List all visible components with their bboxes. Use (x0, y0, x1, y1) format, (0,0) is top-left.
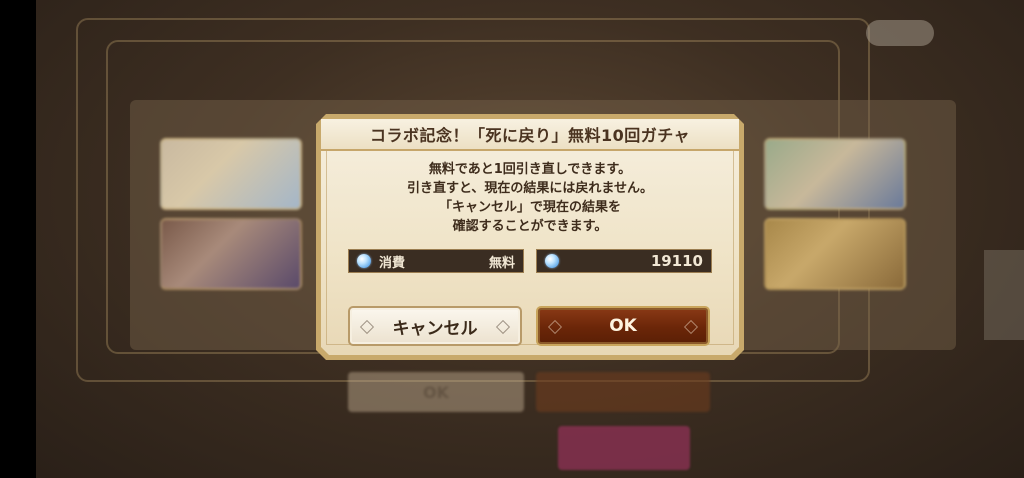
result-card (160, 138, 302, 210)
result-card (764, 218, 906, 290)
result-card (160, 218, 302, 290)
gem-balance-value: 19110 (650, 252, 703, 270)
game-screen: OK コラボ記念！「死に戻り」無料10回ガチャ 無料であと1回引き直しできます。… (0, 0, 1024, 478)
result-card (764, 138, 906, 210)
cost-display: 消費 無料 (348, 249, 524, 273)
gem-icon (357, 254, 371, 268)
message-line: 無料であと1回引き直しできます。 (428, 162, 632, 177)
diamond-ornament-icon (359, 319, 375, 335)
gacha-confirm-dialog: コラボ記念！「死に戻り」無料10回ガチャ 無料であと1回引き直しできます。 引き… (316, 114, 744, 360)
cost-value: 無料 (488, 255, 515, 271)
diamond-ornament-icon (547, 319, 563, 335)
dialog-title-bar: コラボ記念！「死に戻り」無料10回ガチャ (321, 119, 739, 151)
diamond-ornament-icon (495, 319, 511, 335)
ok-button[interactable]: OK (536, 306, 710, 346)
left-black-bar (0, 0, 36, 478)
gem-balance-display: 19110 (536, 249, 712, 273)
gem-icon (545, 254, 559, 268)
message-line: 「キャンセル」で現在の結果を (438, 200, 621, 215)
background-pink-badge (558, 426, 690, 470)
diamond-ornament-icon (683, 319, 699, 335)
message-line: 引き直すと、現在の結果には戻れません。 (406, 181, 654, 196)
cancel-button-label: キャンセル (392, 318, 478, 339)
background-ok-button: OK (348, 372, 524, 412)
background-retry-button (536, 372, 710, 412)
background-side-box (984, 250, 1024, 340)
dialog-title: コラボ記念！「死に戻り」無料10回ガチャ (369, 126, 691, 145)
ok-button-label: OK (609, 316, 637, 336)
background-top-button[interactable] (866, 20, 934, 46)
message-line: 確認することができます。 (452, 219, 608, 234)
cancel-button[interactable]: キャンセル (348, 306, 522, 346)
cost-label: 消費 (379, 255, 406, 271)
dialog-message: 無料であと1回引き直しできます。 引き直すと、現在の結果には戻れません。 「キャ… (321, 160, 739, 236)
